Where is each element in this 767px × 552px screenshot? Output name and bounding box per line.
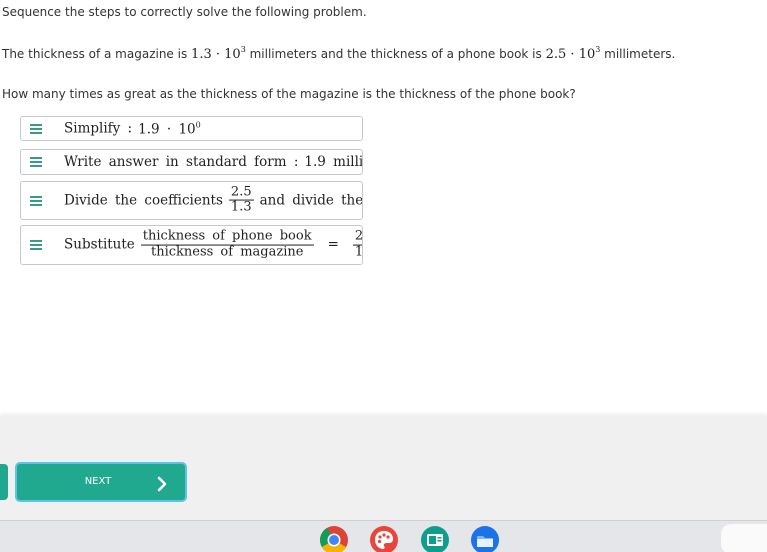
next-button-label: NEXT [84, 476, 112, 487]
sortable-step[interactable]: Write answer in standard form : 1.9 mill… [20, 149, 363, 175]
statement-text-3: millimeters. [604, 47, 676, 61]
step-content: Simplify : 1.9 · 100 [64, 120, 201, 137]
coefficient-fraction: 2.5 1.3 [228, 184, 254, 215]
thickness-ratio-fraction: thickness of phone book thickness of mag… [140, 228, 314, 260]
drag-handle-icon[interactable] [30, 194, 42, 208]
step-expression: 1.9 · 100 [138, 120, 201, 137]
phone-book-thickness: 2.5 · 103 [545, 45, 601, 62]
next-button[interactable]: NEXT [15, 462, 187, 502]
sortable-step[interactable]: Substitute thickness of phone book thick… [20, 225, 363, 265]
equals-sign: = [327, 237, 339, 253]
step-content: Divide the coefficients 2.5 1.3 and divi… [64, 184, 363, 216]
step-label: Write answer in standard form : [64, 154, 299, 170]
step-label: Substitute [64, 237, 135, 253]
statement-text-2: millimeters and the thickness of a phone… [249, 47, 542, 61]
system-tray[interactable] [721, 524, 767, 552]
chrome-icon[interactable] [319, 525, 349, 552]
files-icon[interactable] [470, 525, 500, 552]
value-fraction: 2.5 1.3 [352, 229, 362, 261]
sortable-step[interactable]: Simplify : 1.9 · 100 [20, 116, 363, 141]
magazine-thickness: 1.3 · 103 [191, 45, 246, 62]
step-suffix: and divide the powers of 10 [259, 192, 363, 209]
problem-statement: The thickness of a magazine is 1.3 · 103… [2, 45, 675, 62]
chevron-right-icon [157, 476, 167, 492]
question-text: How many times as great as the thickness… [2, 87, 576, 101]
drag-handle-icon[interactable] [30, 155, 42, 169]
statement-text-1: The thickness of a magazine is [2, 47, 188, 61]
instruction-text: Sequence the steps to correctly solve th… [2, 5, 367, 19]
step-label: Divide the coefficients [64, 192, 223, 209]
drag-handle-icon[interactable] [30, 122, 42, 136]
classroom-icon[interactable] [420, 525, 450, 552]
step-label: Simplify : [64, 120, 133, 137]
step-content: Write answer in standard form : 1.9 mill… [64, 154, 363, 170]
sortable-step[interactable]: Divide the coefficients 2.5 1.3 and divi… [20, 181, 363, 220]
step-expression: 1.9 millimeters [304, 154, 363, 170]
step-content: Substitute thickness of phone book thick… [64, 228, 362, 261]
palette-icon[interactable] [369, 525, 399, 552]
back-button[interactable] [0, 464, 8, 500]
drag-handle-icon[interactable] [30, 238, 42, 252]
